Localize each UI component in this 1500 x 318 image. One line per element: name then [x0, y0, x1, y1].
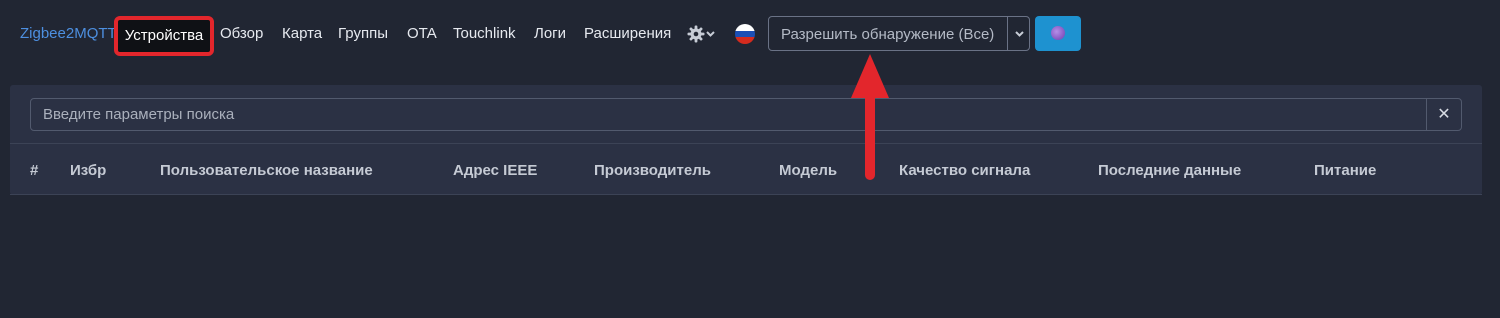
nav-item-logs[interactable]: Логи: [534, 25, 566, 42]
chevron-down-icon: [1015, 31, 1024, 37]
nav-item-extensions[interactable]: Расширения: [584, 25, 671, 42]
permit-join-dropdown-toggle[interactable]: [1007, 17, 1031, 50]
column-header-friendly-name[interactable]: Пользовательское название: [160, 162, 373, 179]
clear-search-button[interactable]: ✕: [1426, 98, 1462, 131]
column-header-signal-quality[interactable]: Качество сигнала: [899, 162, 1030, 179]
table-bottom-border: [10, 194, 1482, 195]
chevron-down-icon: [706, 31, 715, 37]
nav-item-ota[interactable]: OTA: [407, 25, 437, 42]
devices-panel: ✕ # Избр Пользовательское название Адрес…: [10, 85, 1482, 195]
header-divider: [10, 143, 1482, 144]
gear-icon[interactable]: [687, 24, 717, 44]
nav-item-devices[interactable]: Устройства: [114, 16, 214, 56]
search-input[interactable]: [30, 98, 1427, 131]
top-navbar: Zigbee2MQTT Устройства Обзор Карта Групп…: [0, 0, 1500, 70]
nav-item-map[interactable]: Карта: [282, 25, 322, 42]
theme-switch-button[interactable]: [1035, 16, 1081, 51]
nav-item-groups[interactable]: Группы: [338, 25, 388, 42]
column-header-model[interactable]: Модель: [779, 162, 837, 179]
annotation-arrow-icon: [851, 54, 889, 180]
column-header-ieee-address[interactable]: Адрес IEEE: [453, 162, 537, 179]
theme-circle-icon: [1051, 26, 1065, 40]
column-header-index[interactable]: #: [30, 162, 38, 179]
russian-flag-icon[interactable]: [735, 24, 755, 44]
brand-link[interactable]: Zigbee2MQTT: [20, 25, 117, 42]
column-header-last-seen[interactable]: Последние данные: [1098, 162, 1241, 179]
column-header-manufacturer[interactable]: Производитель: [594, 162, 711, 179]
permit-join-button-group: Разрешить обнаружение (Все): [768, 16, 1030, 51]
column-header-favorite[interactable]: Избр: [70, 162, 106, 179]
column-header-power[interactable]: Питание: [1314, 162, 1376, 179]
permit-join-button[interactable]: Разрешить обнаружение (Все): [781, 26, 994, 43]
nav-item-overview[interactable]: Обзор: [220, 25, 263, 42]
nav-item-touchlink[interactable]: Touchlink: [453, 25, 516, 42]
